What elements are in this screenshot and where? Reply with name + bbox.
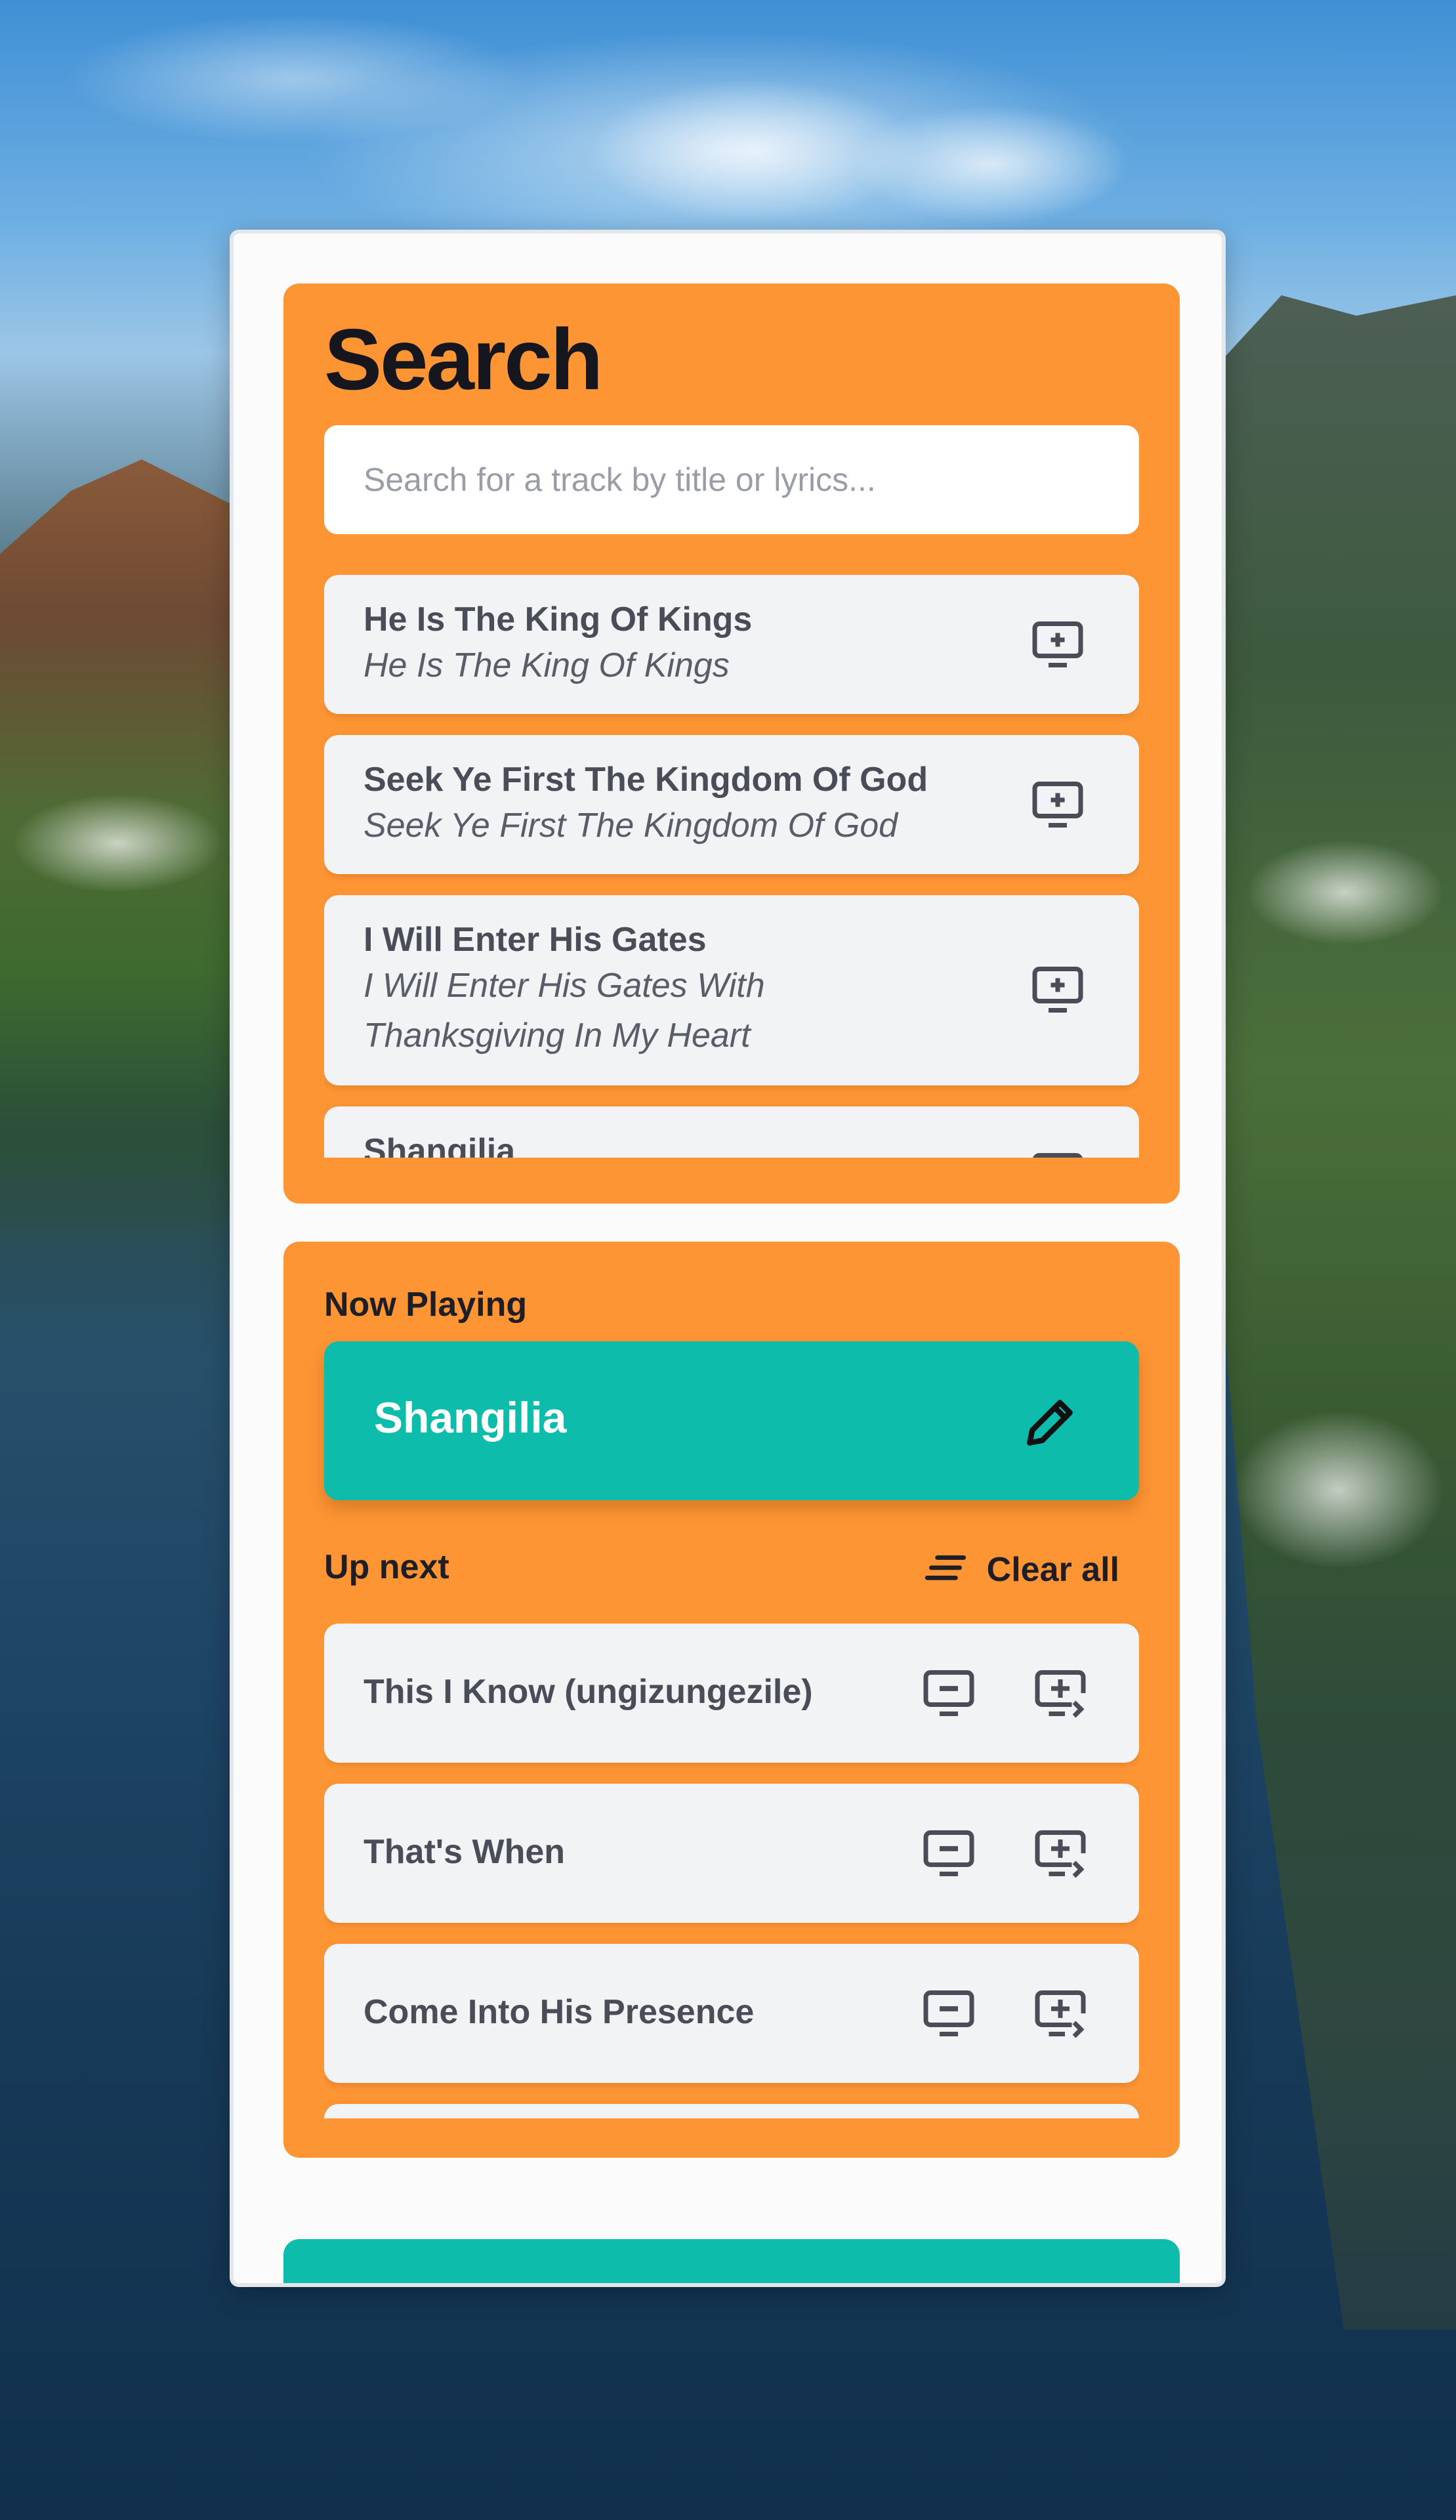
background-landscape-right bbox=[1207, 295, 1456, 2330]
search-heading: Search bbox=[324, 311, 603, 408]
remove-from-queue-icon bbox=[923, 1990, 974, 2036]
remove-from-queue-button[interactable] bbox=[919, 1983, 979, 2044]
add-to-queue-icon bbox=[1033, 1153, 1083, 1158]
add-to-queue-icon bbox=[1032, 967, 1083, 1013]
background-cloud bbox=[1234, 1411, 1444, 1568]
search-result-item[interactable]: I Will Enter His Gates I Will Enter His … bbox=[324, 895, 1139, 1085]
next-section-partial bbox=[283, 2239, 1180, 2283]
track-lyrics: Seek Ye First The Kingdom Of God bbox=[364, 807, 898, 845]
add-to-queue-button[interactable] bbox=[1028, 959, 1088, 1020]
add-to-queue-button[interactable] bbox=[1028, 1146, 1088, 1158]
add-to-queue-button[interactable] bbox=[1028, 614, 1088, 675]
play-next-button[interactable] bbox=[1030, 1823, 1091, 1883]
queue-item[interactable]: Come Into His Presence bbox=[324, 1944, 1139, 2083]
track-lyrics: He Is The King Of Kings bbox=[364, 646, 730, 684]
background-cloud bbox=[13, 794, 223, 892]
queue-item-title: That's When bbox=[364, 1833, 566, 1871]
now-playing-track[interactable]: Shangilia bbox=[324, 1341, 1139, 1500]
remove-from-queue-icon bbox=[923, 1670, 974, 1716]
now-playing-label: Now Playing bbox=[324, 1286, 528, 1324]
clear-all-label: Clear all bbox=[986, 1551, 1119, 1589]
search-result-item[interactable]: He Is The King Of Kings He Is The King O… bbox=[324, 575, 1139, 714]
track-lyrics: I Will Enter His Gates With Thanksgiving… bbox=[364, 967, 765, 1055]
queue-item-title: Come Into His Presence bbox=[364, 1993, 755, 2031]
search-result-item[interactable]: Shangilia bbox=[324, 1106, 1139, 1158]
play-next-button[interactable] bbox=[1030, 1663, 1091, 1723]
remove-from-queue-button[interactable] bbox=[919, 1663, 979, 1723]
play-next-button[interactable] bbox=[1030, 1983, 1091, 2044]
now-playing-title: Shangilia bbox=[374, 1393, 567, 1442]
play-next-icon bbox=[1035, 1830, 1086, 1878]
search-result-item[interactable]: Seek Ye First The Kingdom Of God Seek Ye… bbox=[324, 735, 1139, 874]
background-cloud bbox=[1247, 840, 1444, 945]
background-cloud bbox=[853, 105, 1129, 223]
queue-item-title: This I Know (ungizungezile) bbox=[364, 1673, 813, 1711]
track-title: Seek Ye First The Kingdom Of God bbox=[364, 761, 928, 799]
search-section: Search He Is The King Of Kings He Is The… bbox=[283, 284, 1180, 1204]
play-next-icon bbox=[1035, 1670, 1086, 1718]
add-to-queue-icon bbox=[1032, 782, 1083, 828]
add-to-queue-button[interactable] bbox=[1028, 774, 1088, 835]
up-next-list[interactable]: This I Know (ungizungezile) That's When … bbox=[324, 1624, 1139, 2118]
pencil-icon bbox=[1027, 1400, 1073, 1446]
queue-item[interactable]: This I Know (ungizungezile) bbox=[324, 1624, 1139, 1763]
now-playing-section: Now Playing Shangilia Up next Clear all … bbox=[283, 1242, 1180, 2158]
clear-all-button[interactable]: Clear all bbox=[921, 1544, 1119, 1596]
app-window: Search He Is The King Of Kings He Is The… bbox=[230, 230, 1226, 2287]
remove-from-queue-icon bbox=[923, 1830, 974, 1876]
search-results-list[interactable]: He Is The King Of Kings He Is The King O… bbox=[324, 575, 1139, 1158]
edit-button[interactable] bbox=[1020, 1393, 1080, 1453]
remove-from-queue-button[interactable] bbox=[919, 1823, 979, 1883]
queue-item[interactable]: That's When bbox=[324, 1784, 1139, 1923]
track-title: I Will Enter His Gates bbox=[364, 921, 707, 959]
queue-item[interactable] bbox=[324, 2104, 1139, 2118]
up-next-label: Up next bbox=[324, 1548, 449, 1586]
play-next-icon bbox=[1035, 1990, 1086, 2038]
add-to-queue-icon bbox=[1032, 621, 1083, 667]
clear-list-icon bbox=[925, 1555, 966, 1580]
track-title: Shangilia bbox=[364, 1132, 516, 1158]
track-title: He Is The King Of Kings bbox=[364, 600, 753, 639]
search-input[interactable] bbox=[324, 425, 1139, 534]
